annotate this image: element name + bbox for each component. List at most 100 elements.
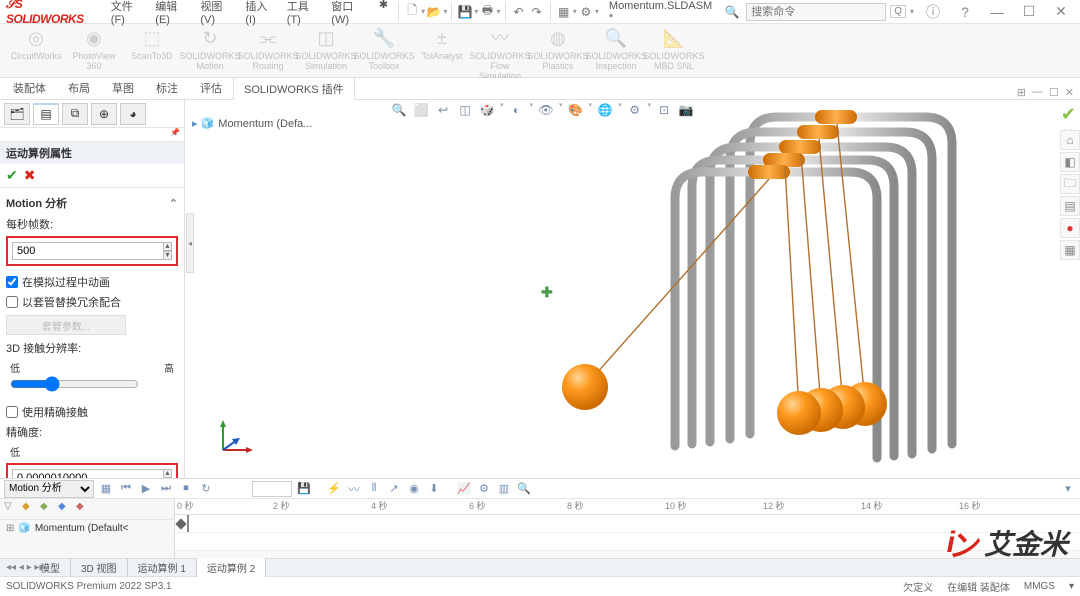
save-anim-icon[interactable]: 💾 xyxy=(296,481,312,497)
timeline-tree-root[interactable]: ⊞ 🧊 Momentum (Default< xyxy=(0,520,174,537)
precision-up[interactable]: ▲ xyxy=(164,469,172,478)
tab-annotate[interactable]: 标注 xyxy=(145,76,189,99)
cancel-button[interactable]: ✖ xyxy=(24,167,36,184)
fps-up[interactable]: ▲ xyxy=(164,242,172,251)
prev-view-icon[interactable]: ↩ xyxy=(434,101,452,119)
taskpane-appearance-icon[interactable]: ● xyxy=(1060,218,1080,238)
mgr-tab-dim[interactable]: ⊕ xyxy=(91,103,117,125)
play-start-icon[interactable]: ⏮ xyxy=(118,481,134,497)
motor-icon[interactable]: ⚡ xyxy=(326,481,342,497)
ribbon-simulation[interactable]: ◫SOLIDWORKS Simulation xyxy=(298,26,354,74)
viewport-min-icon[interactable]: — xyxy=(1032,86,1043,99)
section-icon[interactable]: ◫ xyxy=(456,101,474,119)
menu-file[interactable]: 文件(F) xyxy=(105,0,148,28)
rebuild-icon[interactable]: ▦ xyxy=(556,3,572,21)
tab-evaluate[interactable]: 评估 xyxy=(189,76,233,99)
play-icon[interactable]: ▶ xyxy=(138,481,154,497)
tab-layout[interactable]: 布局 xyxy=(57,76,101,99)
fps-down[interactable]: ▼ xyxy=(164,251,172,260)
taskpane-explorer-icon[interactable]: ▤ xyxy=(1060,196,1080,216)
filter-driving-icon[interactable]: ◆ xyxy=(58,501,74,517)
damper-icon[interactable]: ⫴ xyxy=(366,481,382,497)
motion-props-icon[interactable]: ⚙ xyxy=(476,481,492,497)
ribbon-inspection[interactable]: 🔍SOLIDWORKS Inspection xyxy=(588,26,644,74)
timeline-tracks[interactable]: 0 秒 2 秒 4 秒 6 秒 8 秒 10 秒 12 秒 14 秒 16 秒 xyxy=(175,499,1080,558)
timeline-ruler[interactable]: 0 秒 2 秒 4 秒 6 秒 8 秒 10 秒 12 秒 14 秒 16 秒 xyxy=(175,499,1080,515)
menu-window[interactable]: 窗口(W) xyxy=(325,0,371,28)
new-icon[interactable]: 🗋 xyxy=(404,3,420,21)
spring-icon[interactable]: 〰 xyxy=(346,481,362,497)
open-icon[interactable]: 📂 xyxy=(426,3,442,21)
replace-mates-checkbox[interactable]: 以套管替换冗余配合 xyxy=(6,292,178,312)
section-chevron-icon[interactable]: ⌃ xyxy=(169,197,178,210)
help-icon[interactable]: ? xyxy=(956,4,974,20)
viewport-close-icon[interactable]: ✕ xyxy=(1065,86,1074,99)
filter-icon[interactable]: ▽ xyxy=(4,501,20,517)
timeline-toptrack[interactable] xyxy=(175,515,1080,533)
playback-speed-input[interactable] xyxy=(252,481,292,497)
user-icon[interactable]: ⓘ xyxy=(924,2,942,22)
minimize-icon[interactable]: — xyxy=(988,4,1006,20)
orientation-triad[interactable] xyxy=(215,418,255,458)
tab-addins[interactable]: SOLIDWORKS 插件 xyxy=(233,77,355,100)
mgr-tab-feature[interactable]: 🗂 xyxy=(4,103,30,125)
taskpane-resources-icon[interactable]: ◧ xyxy=(1060,152,1080,172)
print-icon[interactable]: 🖶 xyxy=(479,3,495,21)
force-icon[interactable]: ↗ xyxy=(386,481,402,497)
menu-edit[interactable]: 编辑(E) xyxy=(149,0,192,28)
accept-button[interactable]: ✔ xyxy=(6,167,18,184)
mgr-tab-config[interactable]: ⧉ xyxy=(62,103,88,125)
ribbon-plastics[interactable]: ◍SOLIDWORKS Plastics xyxy=(530,26,586,74)
ribbon-scanto3d[interactable]: ⬚ScanTo3D xyxy=(124,26,180,64)
ribbon-routing[interactable]: ⫘SOLIDWORKS Routing xyxy=(240,26,296,74)
close-icon[interactable]: ✕ xyxy=(1052,3,1070,20)
ribbon-tolanalyst[interactable]: ±TolAnalyst xyxy=(414,26,470,64)
animate-checkbox[interactable]: 在模拟过程中动画 xyxy=(6,272,178,292)
status-units[interactable]: MMGS xyxy=(1024,581,1055,592)
menu-tools[interactable]: 工具(T) xyxy=(281,0,324,28)
filter-selected-icon[interactable]: ◆ xyxy=(76,501,92,517)
precise-contact-checkbox[interactable]: 使用精确接触 xyxy=(6,402,178,422)
feature-tree-breadcrumb[interactable]: ▸ 🧊 Momentum (Defa... xyxy=(192,117,312,130)
calculate-icon[interactable]: ▦ xyxy=(98,481,114,497)
appearance-icon[interactable]: 🎨 xyxy=(567,101,585,119)
contact-icon[interactable]: ◉ xyxy=(406,481,422,497)
capture-icon[interactable]: 📷 xyxy=(677,101,695,119)
maximize-icon[interactable]: ☐ xyxy=(1020,3,1038,20)
view-setting-icon[interactable]: ⚙ xyxy=(626,101,644,119)
precision-input[interactable] xyxy=(12,469,164,478)
mgr-pin-icon[interactable]: 📌 xyxy=(170,128,180,141)
menu-view[interactable]: 视图(V) xyxy=(194,0,237,28)
isolate-icon[interactable]: ⊡ xyxy=(655,101,673,119)
sim-setup-icon[interactable]: ▥ xyxy=(496,481,512,497)
zoom-fit-icon[interactable]: 🔍 xyxy=(390,101,408,119)
btab-motion2[interactable]: 运动算例 2 xyxy=(197,558,266,577)
scene-icon[interactable]: 🌐 xyxy=(596,101,614,119)
viewport-split-icon[interactable]: ⊞ xyxy=(1017,86,1026,99)
timeline-key-start[interactable] xyxy=(175,518,186,529)
tab-assembly[interactable]: 装配体 xyxy=(2,76,57,99)
tab-sketch[interactable]: 草图 xyxy=(101,76,145,99)
taskpane-library-icon[interactable]: 🗀 xyxy=(1060,174,1080,194)
panel-collapse-handle[interactable]: ◂ xyxy=(186,213,194,273)
display-style-icon[interactable]: ◐ xyxy=(508,101,526,119)
motion-zoom-icon[interactable]: 🔍 xyxy=(516,481,532,497)
viewport-accept-icon[interactable]: ✔ xyxy=(1061,104,1076,125)
graphics-viewport[interactable]: ✔ ✖ ◂ ✚ xyxy=(185,100,1080,478)
contact-res-slider[interactable] xyxy=(10,377,139,391)
timeline-playhead[interactable] xyxy=(187,515,189,532)
save-icon[interactable]: 💾 xyxy=(457,3,473,21)
ribbon-motion[interactable]: ↻SOLIDWORKS Motion xyxy=(182,26,238,74)
results-icon[interactable]: 📈 xyxy=(456,481,472,497)
undo-icon[interactable]: ↶ xyxy=(510,3,526,21)
redo-icon[interactable]: ↷ xyxy=(529,3,545,21)
study-type-select[interactable]: Motion 分析 xyxy=(4,480,94,498)
play-end-icon[interactable]: ⏭ xyxy=(158,481,174,497)
filter-driven-icon[interactable]: ◆ xyxy=(40,501,56,517)
stop-icon[interactable]: ⏹ xyxy=(178,481,194,497)
timeline-track-1[interactable] xyxy=(175,533,1080,551)
mgr-tab-property[interactable]: ▤ xyxy=(33,103,59,125)
ribbon-photoview[interactable]: ◉PhotoView 360 xyxy=(66,26,122,74)
btab-motion1[interactable]: 运动算例 1 xyxy=(128,558,197,577)
mgr-tab-display[interactable]: ◕ xyxy=(120,103,146,125)
